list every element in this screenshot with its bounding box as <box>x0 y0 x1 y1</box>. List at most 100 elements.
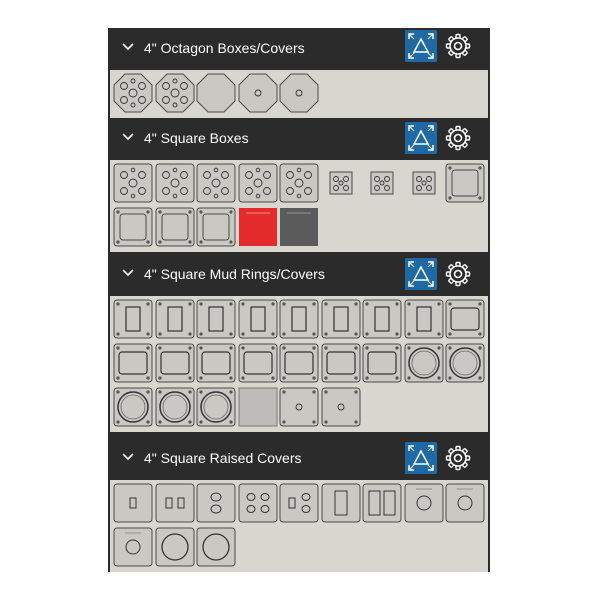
square-box-knockouts-icon <box>238 163 277 203</box>
section-title: 4" Octagon Boxes/Covers <box>144 40 305 56</box>
expand-button[interactable] <box>405 122 437 154</box>
component-tile-round-ring[interactable] <box>113 387 153 427</box>
expand-arrows-icon <box>408 33 434 59</box>
square-cover-small-hole-icon <box>321 387 360 427</box>
component-tile-round-ring[interactable] <box>404 343 444 383</box>
component-tile-square-box-small[interactable] <box>362 163 402 203</box>
raised-toggle-duplex-icon <box>279 483 319 523</box>
settings-button[interactable] <box>444 32 472 60</box>
component-tile-round-ring[interactable] <box>155 387 195 427</box>
component-tile-raised-toggle-duplex[interactable] <box>279 483 319 523</box>
component-tile-square-ring-wide[interactable] <box>196 343 236 383</box>
component-tile-square-ring-wide[interactable] <box>113 343 153 383</box>
component-tile-raised-round[interactable] <box>404 483 444 523</box>
chevron-down-icon[interactable] <box>120 39 136 55</box>
component-tile-octagon-box-knockouts[interactable] <box>113 73 153 113</box>
component-tile-raised-round[interactable] <box>113 527 153 567</box>
component-tile-square-ring-wide[interactable] <box>238 343 278 383</box>
section-title: 4" Square Raised Covers <box>144 450 302 466</box>
chevron-down-icon[interactable] <box>120 449 136 465</box>
component-tile-round-ring[interactable] <box>445 343 485 383</box>
expand-button[interactable] <box>405 442 437 474</box>
component-tile-raised-double-duplex[interactable] <box>238 483 278 523</box>
component-tile-square-ring-frame[interactable] <box>113 207 153 247</box>
component-tile-square-box-small[interactable] <box>404 163 444 203</box>
section-header[interactable]: 4" Square Raised Covers <box>108 438 490 478</box>
section-header[interactable]: 4" Octagon Boxes/Covers <box>108 28 490 68</box>
component-tile-single-gang-ring[interactable] <box>238 299 278 339</box>
expand-button[interactable] <box>405 258 437 290</box>
raised-toggle-icon <box>113 483 153 523</box>
plain-gray-tile-icon <box>238 387 277 427</box>
square-ring-frame-icon <box>113 207 153 247</box>
expand-button[interactable] <box>405 30 437 62</box>
settings-button[interactable] <box>444 444 472 472</box>
square-ring-wide-icon <box>362 343 402 383</box>
component-tile-single-gang-ring[interactable] <box>321 299 361 339</box>
raised-double-decora-icon <box>362 483 402 523</box>
octagon-cover-small-hole-icon <box>279 73 319 113</box>
single-gang-ring-icon <box>404 299 443 339</box>
component-tile-raised-toggle[interactable] <box>113 483 153 523</box>
square-ring-wide-icon <box>155 343 194 383</box>
component-tile-dark-tile[interactable] <box>279 207 319 247</box>
round-ring-icon <box>155 387 194 427</box>
component-tile-raised-double-toggle[interactable] <box>155 483 195 523</box>
raised-double-toggle-icon <box>155 483 194 523</box>
component-tile-round-ring[interactable] <box>196 387 236 427</box>
square-ring-wide-icon <box>321 343 360 383</box>
component-grid <box>110 160 488 252</box>
red-tile-icon <box>238 208 277 246</box>
component-tile-square-box-knockouts[interactable] <box>279 163 319 203</box>
component-tile-square-ring-frame[interactable] <box>196 207 236 247</box>
component-tile-single-gang-ring[interactable] <box>113 299 153 339</box>
component-tile-single-gang-ring[interactable] <box>362 299 402 339</box>
gear-icon <box>445 125 471 151</box>
component-tile-square-box-small[interactable] <box>321 163 361 203</box>
component-tile-square-ring-wide[interactable] <box>362 343 402 383</box>
section-header[interactable]: 4" Square Mud Rings/Covers <box>108 254 490 294</box>
component-tile-square-ring-frame[interactable] <box>445 163 485 203</box>
settings-button[interactable] <box>444 124 472 152</box>
chevron-down-icon[interactable] <box>120 265 136 281</box>
raised-round-large-icon <box>155 527 194 567</box>
component-tile-square-ring-wide[interactable] <box>445 299 485 339</box>
square-ring-wide-icon <box>445 299 485 339</box>
section-header[interactable]: 4" Square Boxes <box>108 118 490 158</box>
component-tile-square-cover-small-hole[interactable] <box>321 387 361 427</box>
component-tile-square-box-knockouts[interactable] <box>238 163 278 203</box>
component-tile-red-tile[interactable] <box>238 207 278 247</box>
raised-duplex-icon <box>196 483 236 523</box>
component-tile-octagon-cover-small-hole[interactable] <box>279 73 319 113</box>
component-tile-raised-double-decora[interactable] <box>362 483 402 523</box>
component-tile-square-ring-frame[interactable] <box>155 207 195 247</box>
expand-arrows-icon <box>408 445 434 471</box>
component-tile-square-box-knockouts[interactable] <box>113 163 153 203</box>
component-tile-octagon-cover-small-hole[interactable] <box>238 73 278 113</box>
settings-button[interactable] <box>444 260 472 288</box>
component-grid <box>110 480 488 572</box>
component-tile-square-ring-wide[interactable] <box>321 343 361 383</box>
component-tile-raised-round-large[interactable] <box>196 527 236 567</box>
component-tile-single-gang-ring[interactable] <box>279 299 319 339</box>
component-tile-raised-round-large[interactable] <box>155 527 195 567</box>
component-tile-single-gang-ring[interactable] <box>155 299 195 339</box>
component-tile-single-gang-ring[interactable] <box>404 299 444 339</box>
component-tile-square-box-knockouts[interactable] <box>155 163 195 203</box>
component-tile-octagon-blank-cover[interactable] <box>196 73 236 113</box>
chevron-down-icon[interactable] <box>120 129 136 145</box>
single-gang-ring-icon <box>279 299 319 339</box>
component-tile-raised-decora[interactable] <box>321 483 361 523</box>
component-tile-octagon-box-knockouts[interactable] <box>155 73 195 113</box>
component-tile-single-gang-ring[interactable] <box>196 299 236 339</box>
component-tile-raised-duplex[interactable] <box>196 483 236 523</box>
component-tile-square-ring-wide[interactable] <box>279 343 319 383</box>
component-tile-square-ring-wide[interactable] <box>155 343 195 383</box>
raised-double-duplex-icon <box>238 483 277 523</box>
octagon-cover-small-hole-icon <box>238 73 277 113</box>
component-tile-raised-round[interactable] <box>445 483 485 523</box>
component-tile-plain-gray-tile[interactable] <box>238 387 278 427</box>
component-tile-square-box-knockouts[interactable] <box>196 163 236 203</box>
component-grid <box>110 70 488 118</box>
component-tile-square-cover-small-hole[interactable] <box>279 387 319 427</box>
